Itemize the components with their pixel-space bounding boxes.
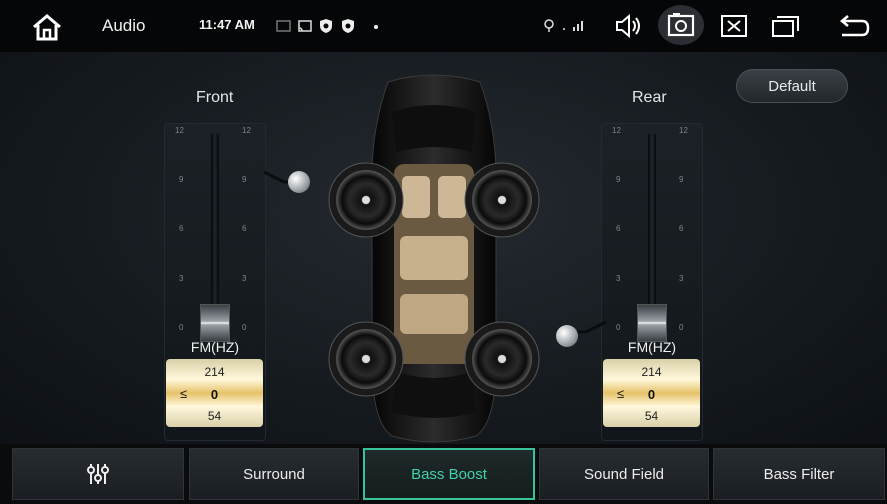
front-freq-picker[interactable]: 214 ≤ 0 54 [166, 359, 263, 427]
freq-option[interactable]: 54 [166, 409, 263, 423]
tick-label: 9 [179, 175, 184, 184]
speaker-front-left [328, 162, 404, 238]
home-icon[interactable] [30, 12, 64, 42]
tab-bass-filter[interactable]: Bass Filter [713, 448, 885, 500]
tick-label: 12 [679, 126, 688, 135]
freq-option[interactable]: 214 [603, 365, 700, 379]
tick-label: 12 [612, 126, 621, 135]
tick-label: 3 [679, 274, 684, 283]
tab-surround[interactable]: Surround [189, 448, 359, 500]
rear-slider-panel: 12 12 9 9 6 6 3 3 0 0 FM(HZ) 214 ≤ 0 54 [601, 123, 703, 441]
freq-option[interactable]: 214 [166, 365, 263, 379]
tick-label: 3 [179, 274, 184, 283]
tick-label: 0 [242, 323, 247, 332]
tab-sound-field[interactable]: Sound Field [539, 448, 709, 500]
status-bar: Audio 11:47 AM [0, 0, 887, 52]
speaker-rear-left [328, 321, 404, 397]
tick-label: 12 [242, 126, 251, 135]
speaker-rear-right [464, 321, 540, 397]
front-label: Front [196, 89, 234, 106]
freq-option[interactable]: 54 [603, 409, 700, 423]
picture-icon [276, 18, 292, 34]
rear-freq-picker[interactable]: 214 ≤ 0 54 [603, 359, 700, 427]
tick-label: 0 [179, 323, 184, 332]
tick-label: 9 [679, 175, 684, 184]
front-slider-panel: 12 12 9 9 6 6 3 3 0 0 FM(HZ) 214 ≤ 0 54 [164, 123, 266, 441]
audio-balance-panel: Front Rear Default 12 12 9 9 6 6 3 3 0 0… [0, 52, 887, 444]
tick-label: 6 [242, 224, 247, 233]
close-window-icon[interactable] [716, 11, 752, 41]
tick-label: 6 [616, 224, 621, 233]
front-freq-label: FM(HZ) [190, 339, 240, 355]
tick-label: 0 [616, 323, 621, 332]
clock: 11:47 AM [199, 17, 255, 32]
tab-bass-boost[interactable]: Bass Boost [363, 448, 535, 500]
tick-label: 9 [616, 175, 621, 184]
tick-label: 3 [242, 274, 247, 283]
shield-icon [340, 18, 356, 34]
freq-selected[interactable]: 0 [603, 387, 700, 402]
tab-equalizer[interactable] [12, 448, 184, 500]
default-button[interactable]: Default [736, 69, 848, 103]
multitask-icon[interactable] [768, 11, 804, 41]
app-title: Audio [102, 16, 146, 35]
volume-icon[interactable] [611, 11, 647, 41]
signal-icon [561, 18, 587, 34]
tick-label: 3 [616, 274, 621, 283]
rear-slider-thumb[interactable] [637, 304, 667, 342]
tick-label: 6 [679, 224, 684, 233]
bottom-tab-bar: Surround Bass Boost Sound Field Bass Fil… [0, 444, 887, 504]
dot-icon [368, 18, 384, 34]
rear-label: Rear [632, 89, 667, 106]
equalizer-icon [85, 461, 111, 487]
tick-label: 12 [175, 126, 184, 135]
shield-icon [318, 18, 334, 34]
cast-icon [297, 18, 313, 34]
front-balance-knob[interactable] [288, 171, 310, 193]
screenshot-icon[interactable] [658, 5, 704, 45]
tick-label: 6 [179, 224, 184, 233]
tick-label: 9 [242, 175, 247, 184]
car-top-view-image [328, 74, 540, 443]
rear-balance-knob[interactable] [556, 325, 578, 347]
front-slider-thumb[interactable] [200, 304, 230, 342]
rear-freq-label: FM(HZ) [627, 339, 677, 355]
tick-label: 0 [679, 323, 684, 332]
freq-selected[interactable]: 0 [166, 387, 263, 402]
back-icon[interactable] [836, 11, 872, 41]
speaker-front-right [464, 162, 540, 238]
location-icon [541, 18, 557, 34]
